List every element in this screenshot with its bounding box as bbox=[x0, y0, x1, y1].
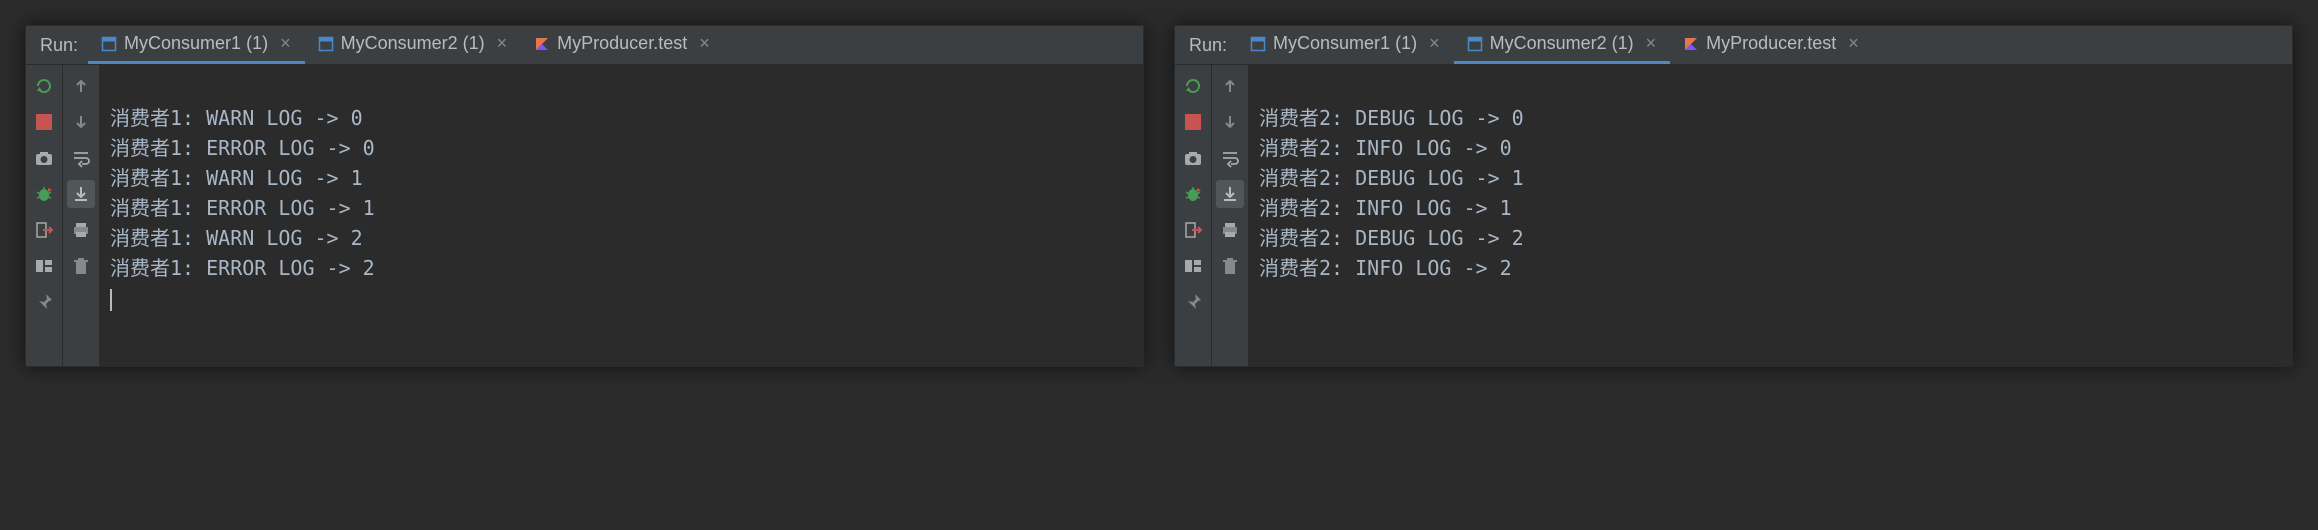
tab-label: MyProducer.test bbox=[557, 33, 687, 54]
tabs-bar: MyConsumer1 (1) × MyConsumer2 (1) × MyPr… bbox=[1237, 26, 1873, 64]
console-line: 消费者2: INFO LOG -> 0 bbox=[1259, 136, 1512, 160]
layout-icon[interactable] bbox=[1182, 255, 1204, 277]
pin-icon[interactable] bbox=[33, 291, 55, 313]
console-line: 消费者1: ERROR LOG -> 1 bbox=[110, 196, 375, 220]
tab-myconsumer2[interactable]: MyConsumer2 (1) × bbox=[305, 26, 522, 64]
print-icon[interactable] bbox=[70, 219, 92, 241]
console-line: 消费者1: WARN LOG -> 0 bbox=[110, 106, 363, 130]
close-icon[interactable]: × bbox=[1644, 33, 1659, 54]
exit-icon[interactable] bbox=[1182, 219, 1204, 241]
app-config-icon bbox=[100, 35, 118, 53]
layout-icon[interactable] bbox=[33, 255, 55, 277]
console-line: 消费者1: ERROR LOG -> 0 bbox=[110, 136, 375, 160]
tab-myconsumer2[interactable]: MyConsumer2 (1) × bbox=[1454, 26, 1671, 64]
tabs-bar: MyConsumer1 (1) × MyConsumer2 (1) × MyPr… bbox=[88, 26, 724, 64]
toolbar-primary bbox=[1175, 65, 1212, 366]
stop-icon[interactable] bbox=[33, 111, 55, 133]
camera-icon[interactable] bbox=[33, 147, 55, 169]
stop-icon[interactable] bbox=[1182, 111, 1204, 133]
tab-label: MyProducer.test bbox=[1706, 33, 1836, 54]
console-line: 消费者2: DEBUG LOG -> 0 bbox=[1259, 106, 1524, 130]
text-cursor bbox=[110, 289, 112, 311]
soft-wrap-icon[interactable] bbox=[1219, 147, 1241, 169]
tab-myconsumer1[interactable]: MyConsumer1 (1) × bbox=[1237, 26, 1454, 64]
print-icon[interactable] bbox=[1219, 219, 1241, 241]
close-icon[interactable]: × bbox=[1427, 33, 1442, 54]
close-icon[interactable]: × bbox=[495, 33, 510, 54]
tab-label: MyConsumer1 (1) bbox=[124, 33, 268, 54]
run-panel-1: Run: MyConsumer1 (1) × MyConsumer2 (1) × bbox=[25, 25, 1144, 367]
arrow-up-icon[interactable] bbox=[70, 75, 92, 97]
exit-icon[interactable] bbox=[33, 219, 55, 241]
run-panel-2: Run: MyConsumer1 (1) × MyConsumer2 (1) × bbox=[1174, 25, 2293, 367]
console-output[interactable]: 消费者1: WARN LOG -> 0 消费者1: ERROR LOG -> 0… bbox=[100, 65, 1143, 366]
console-line: 消费者2: DEBUG LOG -> 2 bbox=[1259, 226, 1524, 250]
tab-label: MyConsumer2 (1) bbox=[341, 33, 485, 54]
arrow-up-icon[interactable] bbox=[1219, 75, 1241, 97]
kotlin-test-icon bbox=[533, 35, 551, 53]
close-icon[interactable]: × bbox=[1846, 33, 1861, 54]
console-line: 消费者1: WARN LOG -> 2 bbox=[110, 226, 363, 250]
tab-myconsumer1[interactable]: MyConsumer1 (1) × bbox=[88, 26, 305, 64]
tab-myproducer[interactable]: MyProducer.test × bbox=[1670, 26, 1873, 64]
console-line: 消费者2: DEBUG LOG -> 1 bbox=[1259, 166, 1524, 190]
tab-label: MyConsumer2 (1) bbox=[1490, 33, 1634, 54]
run-label: Run: bbox=[26, 35, 88, 56]
console-line: 消费者1: WARN LOG -> 1 bbox=[110, 166, 363, 190]
kotlin-test-icon bbox=[1682, 35, 1700, 53]
arrow-down-icon[interactable] bbox=[1219, 111, 1241, 133]
console-output[interactable]: 消费者2: DEBUG LOG -> 0 消费者2: INFO LOG -> 0… bbox=[1249, 65, 2292, 366]
toolbar-secondary bbox=[1212, 65, 1249, 366]
app-config-icon bbox=[317, 35, 335, 53]
panel-body: 消费者1: WARN LOG -> 0 消费者1: ERROR LOG -> 0… bbox=[26, 65, 1143, 366]
rerun-icon[interactable] bbox=[1182, 75, 1204, 97]
camera-icon[interactable] bbox=[1182, 147, 1204, 169]
close-icon[interactable]: × bbox=[697, 33, 712, 54]
console-line: 消费者2: INFO LOG -> 2 bbox=[1259, 256, 1512, 280]
console-line: 消费者2: INFO LOG -> 1 bbox=[1259, 196, 1512, 220]
panel-body: 消费者2: DEBUG LOG -> 0 消费者2: INFO LOG -> 0… bbox=[1175, 65, 2292, 366]
run-label: Run: bbox=[1175, 35, 1237, 56]
soft-wrap-icon[interactable] bbox=[70, 147, 92, 169]
tab-myproducer[interactable]: MyProducer.test × bbox=[521, 26, 724, 64]
close-icon[interactable]: × bbox=[278, 33, 293, 54]
pin-icon[interactable] bbox=[1182, 291, 1204, 313]
console-line: 消费者1: ERROR LOG -> 2 bbox=[110, 256, 375, 280]
tab-label: MyConsumer1 (1) bbox=[1273, 33, 1417, 54]
scroll-end-icon[interactable] bbox=[67, 180, 95, 208]
app-config-icon bbox=[1249, 35, 1267, 53]
toolbar-primary bbox=[26, 65, 63, 366]
arrow-down-icon[interactable] bbox=[70, 111, 92, 133]
bug-icon[interactable] bbox=[33, 183, 55, 205]
rerun-icon[interactable] bbox=[33, 75, 55, 97]
panel-header: Run: MyConsumer1 (1) × MyConsumer2 (1) × bbox=[1175, 26, 2292, 65]
panel-header: Run: MyConsumer1 (1) × MyConsumer2 (1) × bbox=[26, 26, 1143, 65]
trash-icon[interactable] bbox=[1219, 255, 1241, 277]
app-config-icon bbox=[1466, 35, 1484, 53]
scroll-end-icon[interactable] bbox=[1216, 180, 1244, 208]
toolbar-secondary bbox=[63, 65, 100, 366]
bug-icon[interactable] bbox=[1182, 183, 1204, 205]
trash-icon[interactable] bbox=[70, 255, 92, 277]
